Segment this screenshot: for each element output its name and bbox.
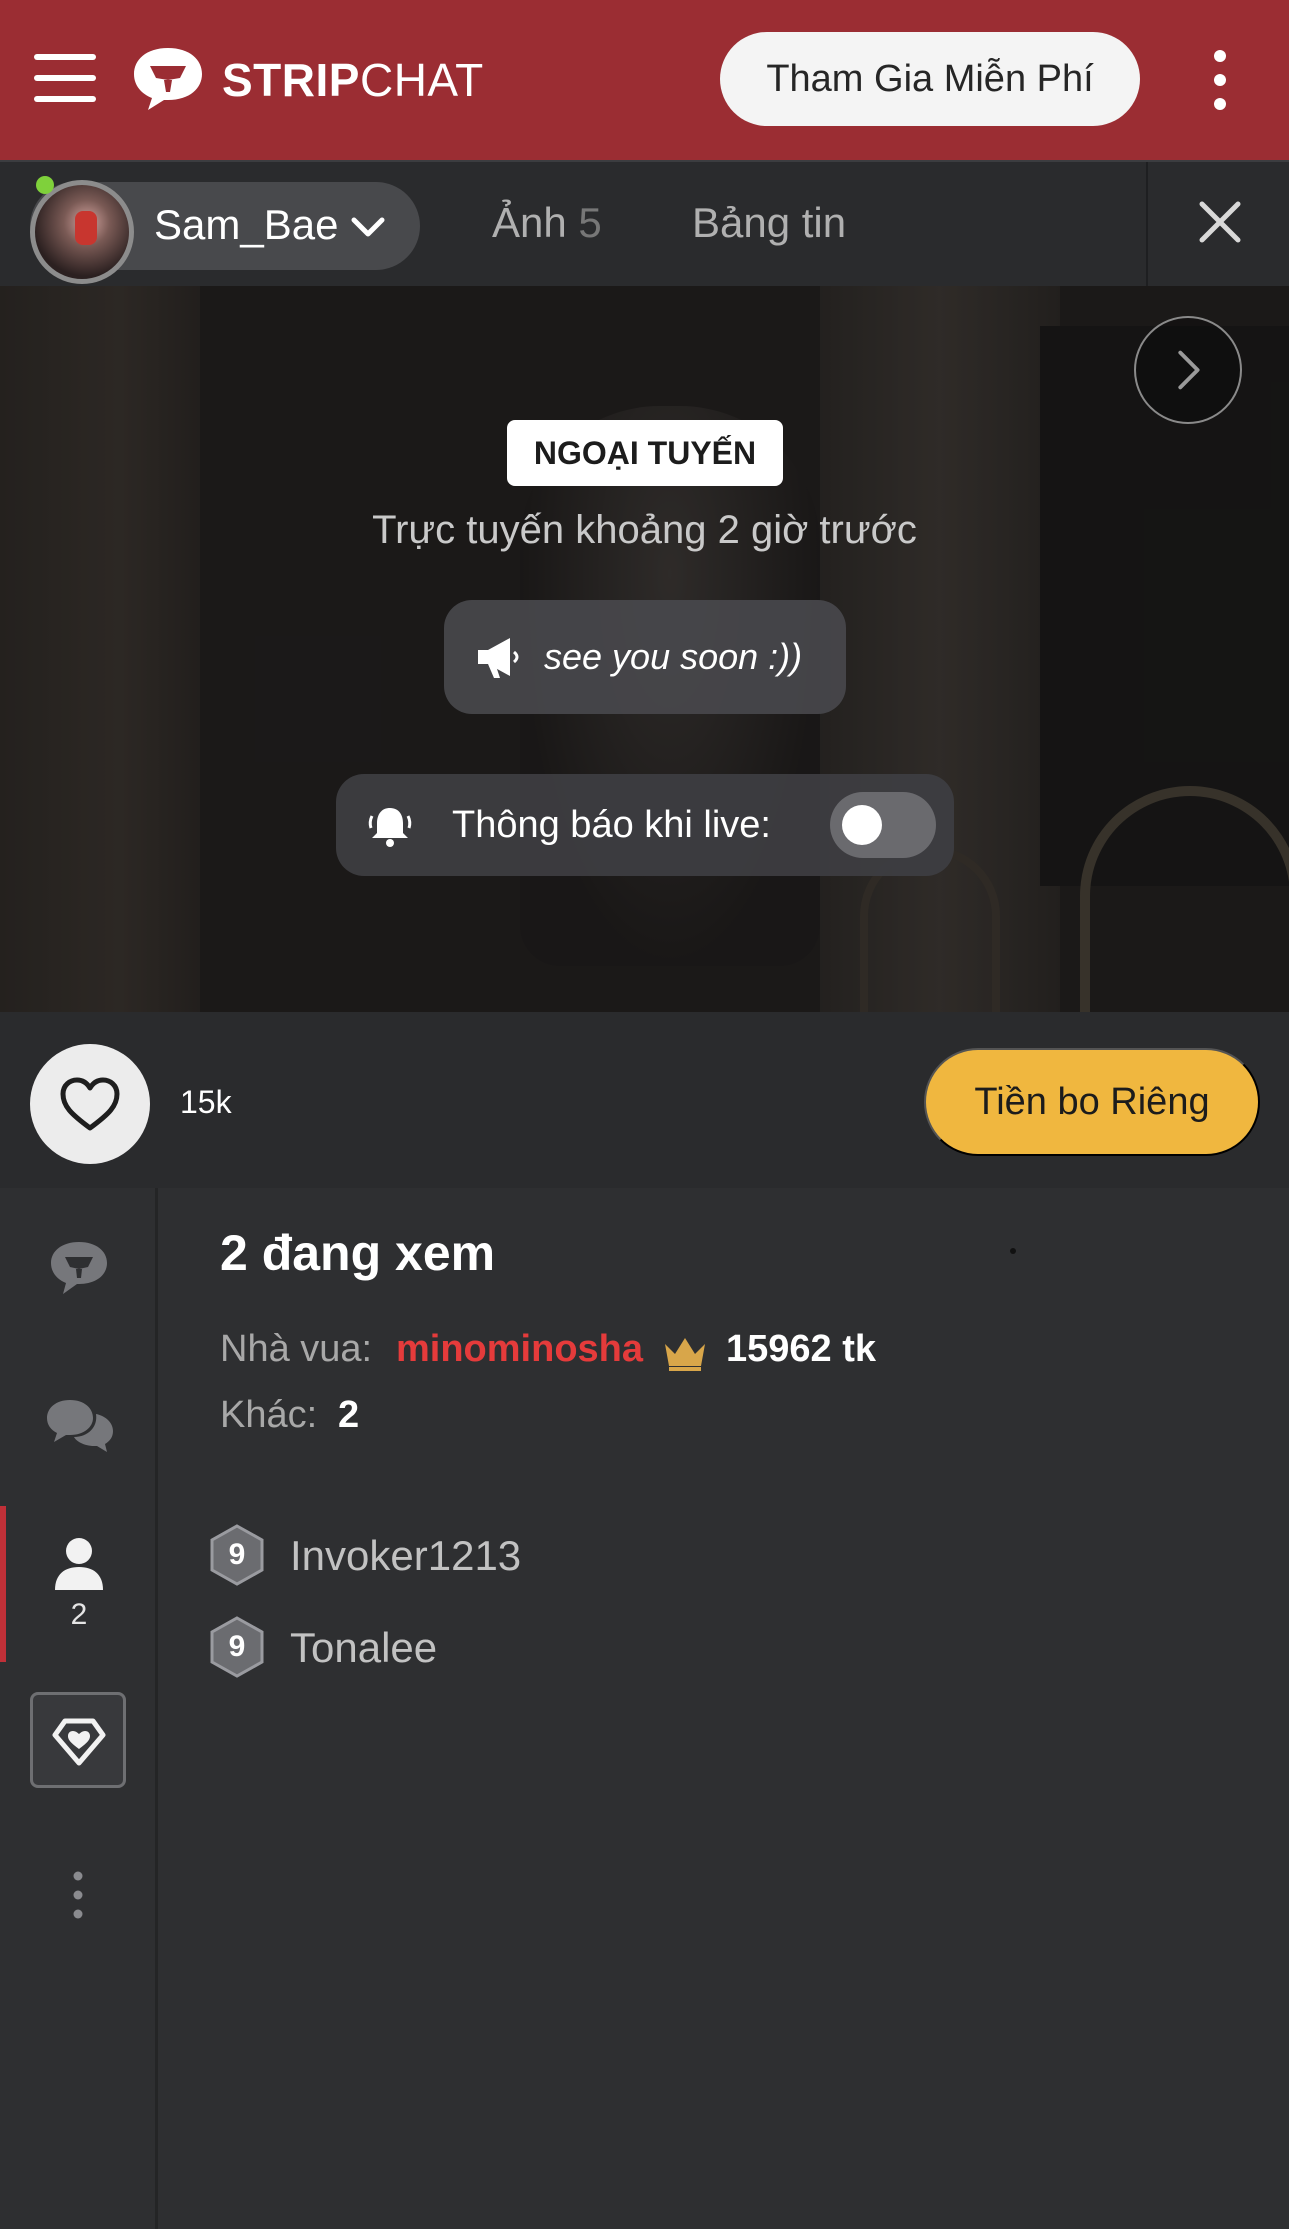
last-seen-text: Trực tuyến khoảng 2 giờ trước [372,508,917,552]
viewer-username: Invoker1213 [290,1532,522,1579]
decorative-dot [1010,1248,1016,1254]
tab-photos-count: 5 [578,199,602,246]
others-count: 2 [338,1394,360,1436]
toggle-knob [842,805,882,845]
video-player[interactable]: NGOẠI TUYẾN Trực tuyến khoảng 2 giờ trướ… [0,286,1289,1012]
likes-count: 15k [180,1084,232,1120]
stripchat-logo-icon[interactable] [130,44,206,114]
diamond-heart-icon [52,1718,106,1766]
chevron-down-icon [351,217,385,237]
megaphone-icon [478,638,519,678]
notify-toggle[interactable] [830,792,936,858]
more-vertical-icon[interactable] [72,1870,84,1920]
bell-ringing-icon [368,808,412,847]
level-badge: 9 [206,1524,268,1586]
hamburger-menu-icon[interactable] [34,54,96,104]
stripchat-logo-text[interactable]: STRIPCHAT [222,52,484,108]
offline-status-badge: NGOẠI TUYẾN [507,420,783,486]
chat-sidebar: 2 [0,1188,158,2229]
others-label: Khác: [220,1394,318,1436]
tab-feed[interactable]: Bảng tin [692,198,846,248]
viewers-panel: 2 đang xem Nhà vua: minominosha 15962 tk… [158,1188,1289,2229]
top-header: STRIPCHAT Tham Gia Miễn Phí [0,0,1289,160]
tab-feed-label: Bảng tin [692,199,847,246]
level-number: 9 [228,1630,246,1663]
king-tokens: 15962 tk [726,1328,877,1370]
message-text: see you soon :)) [544,636,803,677]
next-model-button[interactable] [1134,316,1242,424]
more-options-icon[interactable] [1206,50,1234,112]
model-name: Sam_Bae [154,201,339,248]
users-icon[interactable] [52,1536,106,1592]
close-icon[interactable] [1196,198,1244,246]
model-message: see you soon :)) [444,600,846,714]
notify-label: Thông báo khi live: [452,804,771,846]
list-item[interactable]: 9 Tonalee [206,1616,906,1680]
list-item[interactable]: 9 Invoker1213 [206,1524,906,1588]
heart-icon [60,1077,120,1131]
divider [1146,162,1148,286]
level-badge: 9 [206,1616,268,1678]
active-tab-indicator [0,1506,6,1662]
online-status-dot [36,176,54,194]
crown-icon [665,1338,705,1371]
tab-photos[interactable]: Ảnh 5 [492,198,602,248]
tab-photos-label: Ảnh [492,199,567,246]
level-number: 9 [228,1538,246,1571]
viewers-title: 2 đang xem [220,1225,496,1281]
model-dropdown[interactable]: Sam_Bae [30,180,420,284]
viewer-username: Tonalee [290,1624,438,1671]
private-tip-button[interactable]: Tiền bo Riêng [924,1048,1260,1156]
private-chat-icon[interactable] [44,1396,116,1456]
join-free-button[interactable]: Tham Gia Miễn Phí [720,32,1140,126]
notify-when-live: Thông báo khi live: [336,774,954,876]
model-avatar[interactable] [30,180,134,284]
fan-club-button[interactable] [30,1692,126,1788]
favorite-button[interactable] [30,1044,150,1164]
chat-icon[interactable] [48,1240,110,1296]
actions-bar: 15k Tiền bo Riêng [0,1012,1289,1188]
king-username[interactable]: minominosha [396,1328,643,1371]
model-bar: Sam_Bae Ảnh 5 Bảng tin [0,160,1289,286]
king-label: Nhà vua: [220,1328,373,1370]
users-count: 2 [70,1598,88,1631]
